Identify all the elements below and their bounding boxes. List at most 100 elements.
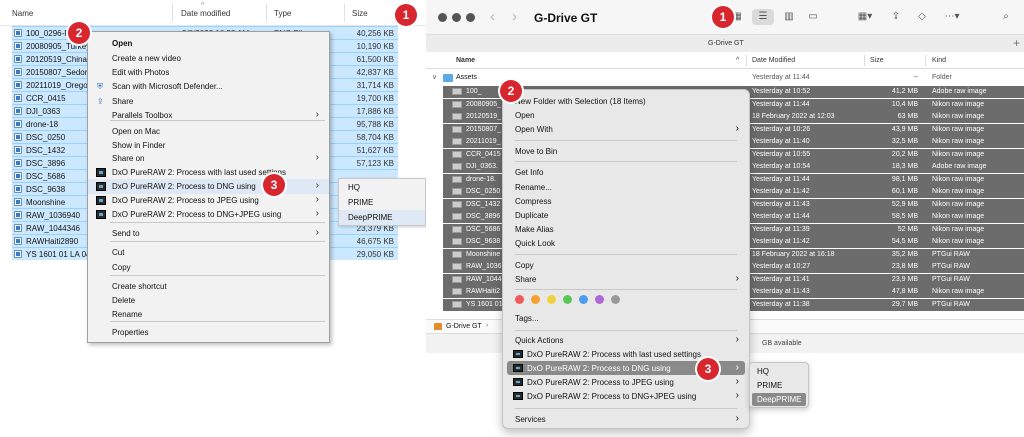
context-item[interactable]: Cut [88, 245, 329, 260]
col-date[interactable]: Date modified [181, 9, 230, 18]
file-thumbnail [452, 188, 462, 195]
close-button[interactable] [438, 13, 447, 22]
tag-color-dot[interactable] [515, 295, 524, 304]
file-size: 29,050 KB [356, 250, 394, 259]
col-divider[interactable] [746, 55, 747, 66]
file-name: DSC_0250 [26, 133, 66, 142]
submenu-item[interactable]: HQ [339, 180, 425, 195]
context-item[interactable]: New Folder with Selection (18 Items) [507, 94, 745, 108]
col-divider[interactable] [925, 55, 926, 66]
context-item[interactable]: Share › [507, 272, 745, 286]
context-item[interactable]: Properties [88, 325, 329, 340]
col-divider[interactable] [266, 4, 267, 22]
shield-icon: ⛨ [97, 82, 103, 91]
submenu-item[interactable]: PRIME [339, 195, 425, 210]
tag-color-dot[interactable] [563, 295, 572, 304]
col-size[interactable]: Size [870, 57, 884, 64]
col-date[interactable]: Date Modified [752, 57, 795, 64]
context-item[interactable]: Delete [88, 293, 329, 308]
list-view-icon[interactable]: ☰ [752, 9, 774, 25]
tag-color-dot[interactable] [595, 295, 604, 304]
column-view-icon[interactable]: ▥ [780, 9, 798, 25]
tab-g-drive[interactable]: G-Drive GT [708, 40, 744, 47]
step-badge-1: 1 [395, 4, 417, 26]
submenu-item-label: PRIME [757, 381, 783, 390]
disclosure-icon[interactable]: ∨ [432, 73, 437, 81]
context-item[interactable]: Edit with Photos [88, 65, 329, 80]
col-name[interactable]: Name [12, 9, 33, 18]
file-date: Yesterday at 11:41 [752, 275, 810, 283]
more-actions-icon[interactable]: ⋯▾ [940, 9, 964, 25]
tag-color-dot[interactable] [547, 295, 556, 304]
file-size: 42,837 KB [356, 68, 394, 77]
context-item[interactable]: ⛨ Scan with Microsoft Defender... [88, 79, 329, 94]
context-item[interactable]: Tags... [507, 311, 745, 325]
dxo-icon [513, 350, 523, 358]
file-thumbnail [452, 300, 462, 308]
context-item[interactable]: Rename [88, 307, 329, 322]
tag-color-dot[interactable] [611, 295, 620, 304]
file-icon [14, 159, 22, 167]
context-item[interactable]: DxO PureRAW 2: Process with last used se… [88, 165, 329, 180]
col-divider[interactable] [864, 55, 865, 66]
tag-icon[interactable]: ◇ [914, 9, 930, 25]
zoom-button[interactable] [466, 13, 475, 22]
tag-color-dot[interactable] [579, 295, 588, 304]
context-item[interactable]: Compress [507, 194, 745, 208]
group-icon[interactable]: ▦▾ [854, 9, 876, 25]
col-divider[interactable] [344, 4, 345, 22]
dxo-icon [96, 210, 106, 219]
context-item[interactable]: Open [507, 108, 745, 122]
chevron-right-icon: › [735, 273, 739, 284]
context-item[interactable]: Quick Look [507, 236, 745, 250]
context-item[interactable]: Rename... [507, 180, 745, 194]
col-size[interactable]: Size [352, 9, 368, 18]
forward-button[interactable]: › [512, 8, 517, 25]
submenu-item[interactable]: PRIME [752, 379, 806, 392]
context-item[interactable]: Send to › [88, 226, 329, 241]
context-item[interactable]: DxO PureRAW 2: Process to DNG+JPEG using… [88, 207, 329, 222]
menu-separator [515, 140, 737, 141]
context-item[interactable]: Move to Bin [507, 144, 745, 158]
col-type[interactable]: Type [274, 9, 291, 18]
context-item[interactable]: Duplicate [507, 208, 745, 222]
context-item[interactable]: DxO PureRAW 2: Process to DNG using › [88, 179, 329, 194]
explorer-dng-submenu: HQ PRIME DeepPRIME [338, 178, 426, 226]
context-item[interactable]: Share on › [88, 151, 329, 166]
gallery-view-icon[interactable]: ▭ [804, 9, 822, 25]
file-date: Yesterday at 10:26 [752, 125, 811, 133]
context-item[interactable]: Get Info [507, 165, 745, 179]
context-item[interactable]: Open [88, 36, 329, 51]
share-icon[interactable]: ⇪ [888, 9, 904, 25]
context-item[interactable]: Copy [88, 260, 329, 275]
context-item[interactable]: Create a new video [88, 51, 329, 66]
sort-caret-icon: ^ [201, 2, 205, 9]
file-name: DSC_1432 [26, 146, 66, 155]
context-item[interactable]: Create shortcut [88, 279, 329, 294]
context-item[interactable]: Open on Mac [88, 124, 329, 139]
file-icon [14, 237, 22, 245]
file-thumbnail [452, 138, 462, 145]
context-item[interactable]: Make Alias [507, 222, 745, 236]
context-item[interactable]: DxO PureRAW 2: Process to DNG+JPEG using… [507, 389, 745, 403]
context-item[interactable]: Quick Actions › [507, 333, 745, 347]
context-item[interactable]: Open With › [507, 122, 745, 136]
back-button[interactable]: ‹ [490, 8, 495, 25]
context-item[interactable]: Services › [507, 412, 745, 426]
col-divider[interactable] [172, 4, 173, 22]
submenu-item[interactable]: DeepPRIME [339, 210, 425, 225]
chevron-right-icon: › [315, 194, 319, 205]
col-name[interactable]: Name [456, 57, 475, 64]
submenu-item[interactable]: HQ [752, 365, 806, 378]
new-tab-icon[interactable]: + [1013, 36, 1020, 50]
path-item[interactable]: G-Drive GT [446, 323, 482, 330]
submenu-item[interactable]: DeepPRIME [752, 393, 806, 406]
col-kind[interactable]: Kind [932, 57, 946, 64]
context-item[interactable]: Copy [507, 258, 745, 272]
context-item[interactable]: ⇪ Share [88, 94, 329, 109]
search-icon[interactable]: ⌕ [998, 9, 1014, 25]
tag-color-dot[interactable] [531, 295, 540, 304]
minimize-button[interactable] [452, 13, 461, 22]
context-item[interactable]: DxO PureRAW 2: Process to JPEG using › [88, 193, 329, 208]
file-size: 60,1 MB [891, 188, 918, 195]
